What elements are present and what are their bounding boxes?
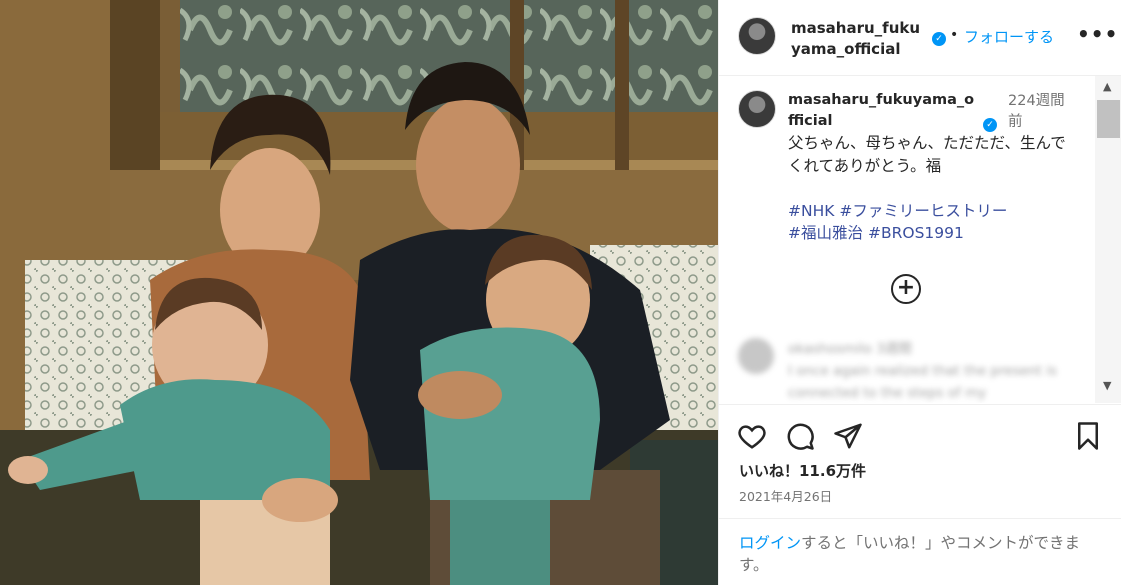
- hashtag-link[interactable]: #福山雅治: [788, 224, 863, 242]
- post-header: masaharu_fukuyama_official ✓ • フォローする ••…: [719, 0, 1121, 76]
- post-photo[interactable]: [0, 0, 718, 585]
- scrollbar-thumb[interactable]: [1097, 100, 1120, 138]
- header-username[interactable]: masaharu_fukuyama_official: [791, 18, 929, 60]
- caption-text: 父ちゃん、母ちゃん、ただただ、生んでくれてありがとう。福: [788, 134, 1066, 175]
- comment-icon[interactable]: [785, 421, 815, 451]
- caption-username[interactable]: masaharu_fukuyama_official: [788, 90, 978, 132]
- hashtag-link[interactable]: #ファミリーヒストリー: [839, 202, 1007, 220]
- avatar[interactable]: [738, 17, 776, 55]
- comment-body: I once again realized that the present i…: [788, 363, 1057, 401]
- scroll-up-icon[interactable]: ▲: [1103, 80, 1111, 93]
- verified-icon: ✓: [983, 118, 997, 132]
- post-side-panel: masaharu_fukuyama_official ✓ • フォローする ••…: [718, 0, 1121, 585]
- comments-scrollbar[interactable]: ▲ ▼: [1095, 76, 1121, 403]
- share-icon[interactable]: [833, 421, 863, 451]
- bookmark-icon[interactable]: [1073, 421, 1103, 451]
- comment-text: okashosmilo 3週間 I once again realized th…: [788, 338, 1078, 403]
- comments-area[interactable]: masaharu_fukuyama_official ✓ 224週間前 父ちゃん…: [719, 76, 1121, 403]
- follow-button[interactable]: フォローする: [964, 26, 1054, 47]
- hashtag-link[interactable]: #NHK: [788, 202, 834, 220]
- verified-icon: ✓: [932, 32, 946, 46]
- separator-dot: •: [950, 27, 959, 43]
- login-prompt: ログインすると「いいね！」やコメントができます。: [719, 518, 1121, 585]
- hashtag-link[interactable]: #BROS1991: [868, 224, 964, 242]
- more-icon[interactable]: •••: [1077, 22, 1118, 46]
- caption-avatar[interactable]: [738, 90, 776, 128]
- scroll-down-icon[interactable]: ▼: [1103, 379, 1111, 392]
- add-circle-icon[interactable]: +: [891, 274, 921, 304]
- caption-timestamp[interactable]: 224週間前: [1008, 91, 1068, 133]
- caption: masaharu_fukuyama_official ✓ 224週間前 父ちゃん…: [788, 90, 1075, 244]
- hashtag-list: #NHK #ファミリーヒストリー #福山雅治 #BROS1991: [788, 200, 1078, 244]
- login-link[interactable]: ログイン: [739, 534, 801, 552]
- post-date[interactable]: 2021年4月26日: [739, 486, 832, 505]
- comment-avatar: [738, 338, 774, 374]
- comment-username: okashosmilo 3週間: [788, 341, 912, 357]
- family-photo-image: [0, 0, 718, 585]
- like-count[interactable]: いいね！11.6万件: [739, 460, 866, 481]
- heart-icon[interactable]: [737, 421, 767, 451]
